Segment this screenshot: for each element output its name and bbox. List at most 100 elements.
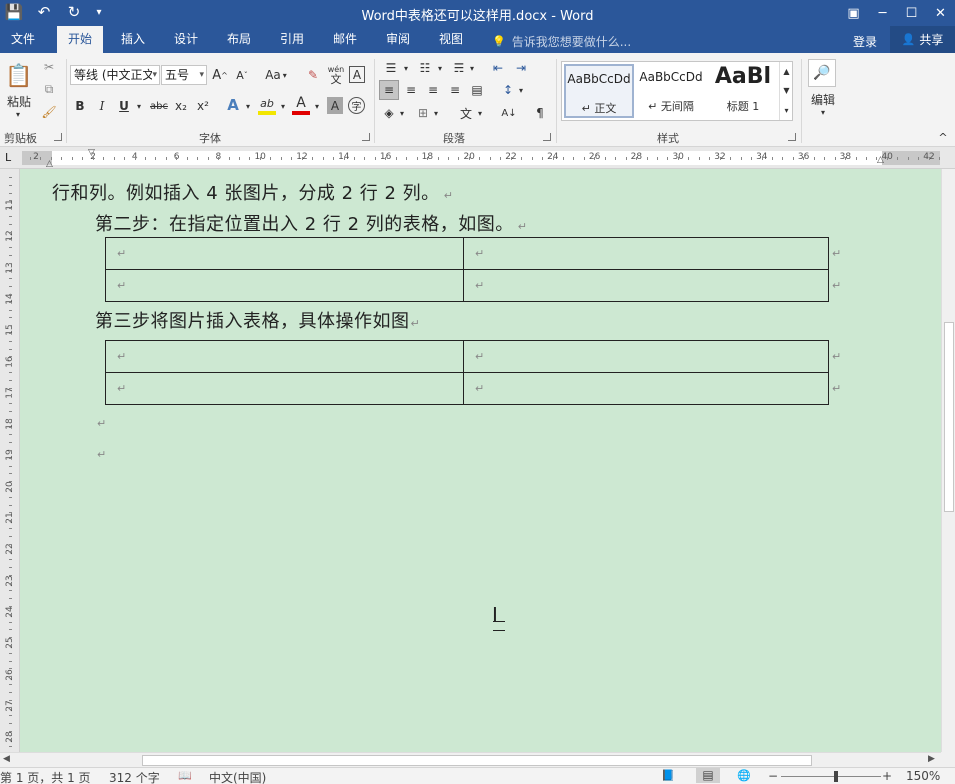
maximize-icon[interactable]: ☐ xyxy=(897,0,926,26)
tab-mailings[interactable]: 邮件 xyxy=(322,26,368,53)
subscript-button[interactable]: x₂ xyxy=(172,97,190,115)
gallery-more-icon[interactable]: ▾ xyxy=(779,100,793,120)
print-layout-icon[interactable]: ▤ xyxy=(696,768,720,783)
zoom-level[interactable]: 150% xyxy=(906,769,940,783)
line-spacing-button[interactable]: ↕ xyxy=(499,80,517,100)
chevron-down-icon[interactable]: ▾ xyxy=(278,97,288,115)
table-cell[interactable]: ↵ xyxy=(105,269,464,302)
tab-review[interactable]: 审阅 xyxy=(375,26,421,53)
table-cell[interactable]: ↵ xyxy=(105,237,464,270)
cut-icon[interactable]: ✂ xyxy=(40,58,58,76)
multilevel-list-button[interactable]: ☴ xyxy=(448,59,470,77)
read-mode-icon[interactable]: 📘 xyxy=(661,769,675,782)
table-cell[interactable]: ↵ xyxy=(105,340,464,373)
editing-button[interactable]: 编辑 xyxy=(804,91,842,107)
chevron-down-icon[interactable]: ▾ xyxy=(476,103,484,123)
table-cell[interactable]: ↵ xyxy=(105,372,464,405)
paste-icon[interactable]: 📋 xyxy=(5,61,32,91)
strikethrough-button[interactable]: abc xyxy=(148,97,170,115)
zoom-slider-thumb[interactable] xyxy=(834,771,838,782)
font-name-combo[interactable]: 等线 (中文正文 ▾ xyxy=(70,65,160,85)
vertical-scroll-thumb[interactable] xyxy=(944,322,954,512)
text-effects-button[interactable]: A xyxy=(224,95,242,115)
tab-insert[interactable]: 插入 xyxy=(110,26,156,53)
font-color-button[interactable]: A xyxy=(292,95,310,115)
paragraph-launcher-icon[interactable] xyxy=(543,133,551,141)
chinese-layout-button[interactable]: 文 xyxy=(456,103,476,123)
superscript-button[interactable]: x² xyxy=(194,97,212,115)
collapse-ribbon-icon[interactable]: ^ xyxy=(936,131,950,144)
vertical-scrollbar[interactable] xyxy=(941,169,955,752)
web-layout-icon[interactable]: 🌐 xyxy=(737,769,751,782)
chevron-down-icon[interactable]: ▾ xyxy=(468,59,476,77)
show-marks-button[interactable]: ¶ xyxy=(532,103,548,123)
tab-references[interactable]: 引用 xyxy=(269,26,315,53)
clipboard-launcher-icon[interactable] xyxy=(54,133,62,141)
char-border-button[interactable]: A xyxy=(349,66,365,83)
grow-font-button[interactable]: A ^ xyxy=(212,65,228,85)
numbering-button[interactable]: ☷ xyxy=(414,59,436,77)
find-icon[interactable]: 🔎 xyxy=(808,59,836,87)
zoom-slider[interactable] xyxy=(781,776,881,777)
decrease-indent-button[interactable]: ⇤ xyxy=(488,59,508,77)
font-launcher-icon[interactable] xyxy=(362,133,370,141)
scroll-left-icon[interactable]: ◀ xyxy=(3,754,10,764)
tab-view[interactable]: 视图 xyxy=(428,26,474,53)
shading-button[interactable]: ◈ xyxy=(380,103,398,123)
styles-launcher-icon[interactable] xyxy=(788,133,796,141)
distributed-button[interactable]: ▤ xyxy=(467,80,487,100)
tab-layout[interactable]: 布局 xyxy=(216,26,262,53)
word-count[interactable]: 312 个字 xyxy=(109,769,160,784)
chevron-down-icon[interactable]: ▾ xyxy=(402,59,410,77)
table-cell[interactable]: ↵ xyxy=(463,269,829,302)
phonetic-guide-button[interactable]: wén 文 xyxy=(326,63,346,87)
table-cell[interactable]: ↵ xyxy=(463,237,829,270)
chevron-down-icon[interactable]: ▾ xyxy=(398,103,406,123)
sign-in-link[interactable]: 登录 xyxy=(853,33,877,50)
copy-icon[interactable]: ⧉ xyxy=(40,80,58,98)
bullets-button[interactable]: ☰ xyxy=(380,59,402,77)
tab-file[interactable]: 文件 xyxy=(0,26,46,53)
tab-design[interactable]: 设计 xyxy=(163,26,209,53)
right-indent-marker[interactable]: △ xyxy=(877,155,884,165)
align-right-button[interactable]: ≡ xyxy=(423,80,443,100)
increase-indent-button[interactable]: ⇥ xyxy=(511,59,531,77)
language-indicator[interactable]: 中文(中国) xyxy=(209,769,266,784)
chevron-down-icon[interactable]: ▾ xyxy=(134,97,144,115)
style-heading-1[interactable]: AaBl 标题 1 xyxy=(708,64,778,118)
justify-button[interactable]: ≡ xyxy=(445,80,465,100)
horizontal-scroll-thumb[interactable] xyxy=(142,755,812,766)
table-1[interactable]: ↵ ↵ ↵ ↵ xyxy=(105,237,829,302)
enclose-char-button[interactable]: 字 xyxy=(348,97,365,114)
minimize-icon[interactable]: ─ xyxy=(868,0,897,26)
page-count[interactable]: 第 1 页，共 1 页 xyxy=(0,769,91,784)
gallery-up-icon[interactable]: ▲ xyxy=(779,62,793,81)
paste-dropdown-icon[interactable]: ▾ xyxy=(12,109,24,119)
scroll-right-icon[interactable]: ▶ xyxy=(928,754,935,764)
highlight-button[interactable]: ab xyxy=(258,95,276,115)
chevron-down-icon[interactable]: ▾ xyxy=(432,103,440,123)
clear-formatting-icon[interactable]: ✎ xyxy=(304,65,322,85)
tell-me-box[interactable]: 💡 告诉我您想要做什么... xyxy=(492,33,631,50)
align-left-button[interactable]: ≡ xyxy=(379,80,399,100)
bold-button[interactable]: B xyxy=(72,97,88,115)
change-case-button[interactable]: Aa ▾ xyxy=(262,65,290,85)
tab-selector[interactable]: L xyxy=(5,151,11,164)
paste-button[interactable]: 粘贴 xyxy=(4,93,34,109)
sort-button[interactable]: A↓ xyxy=(498,103,520,123)
zoom-out-button[interactable]: − xyxy=(768,769,778,783)
chevron-down-icon[interactable]: ▾ xyxy=(436,59,444,77)
document-canvas[interactable]: 行和列。例如插入 4 张图片，分成 2 行 2 列。 ↵ 第二步：在指定位置出入 … xyxy=(20,169,941,752)
chevron-down-icon[interactable]: ▾ xyxy=(312,97,322,115)
proofing-icon[interactable]: 📖 xyxy=(178,769,192,782)
align-center-button[interactable]: ≡ xyxy=(401,80,421,100)
gallery-down-icon[interactable]: ▼ xyxy=(779,81,793,100)
font-size-combo[interactable]: 五号 ▾ xyxy=(161,65,207,85)
underline-button[interactable]: U xyxy=(116,97,132,115)
char-shading-button[interactable]: A xyxy=(327,97,343,114)
table-cell[interactable]: ↵ xyxy=(463,372,829,405)
style-no-spacing[interactable]: AaBbCcDd ↵ 无间隔 xyxy=(636,64,706,118)
chevron-down-icon[interactable]: ▾ xyxy=(818,107,828,117)
close-icon[interactable]: ✕ xyxy=(926,0,955,26)
table-cell[interactable]: ↵ xyxy=(463,340,829,373)
